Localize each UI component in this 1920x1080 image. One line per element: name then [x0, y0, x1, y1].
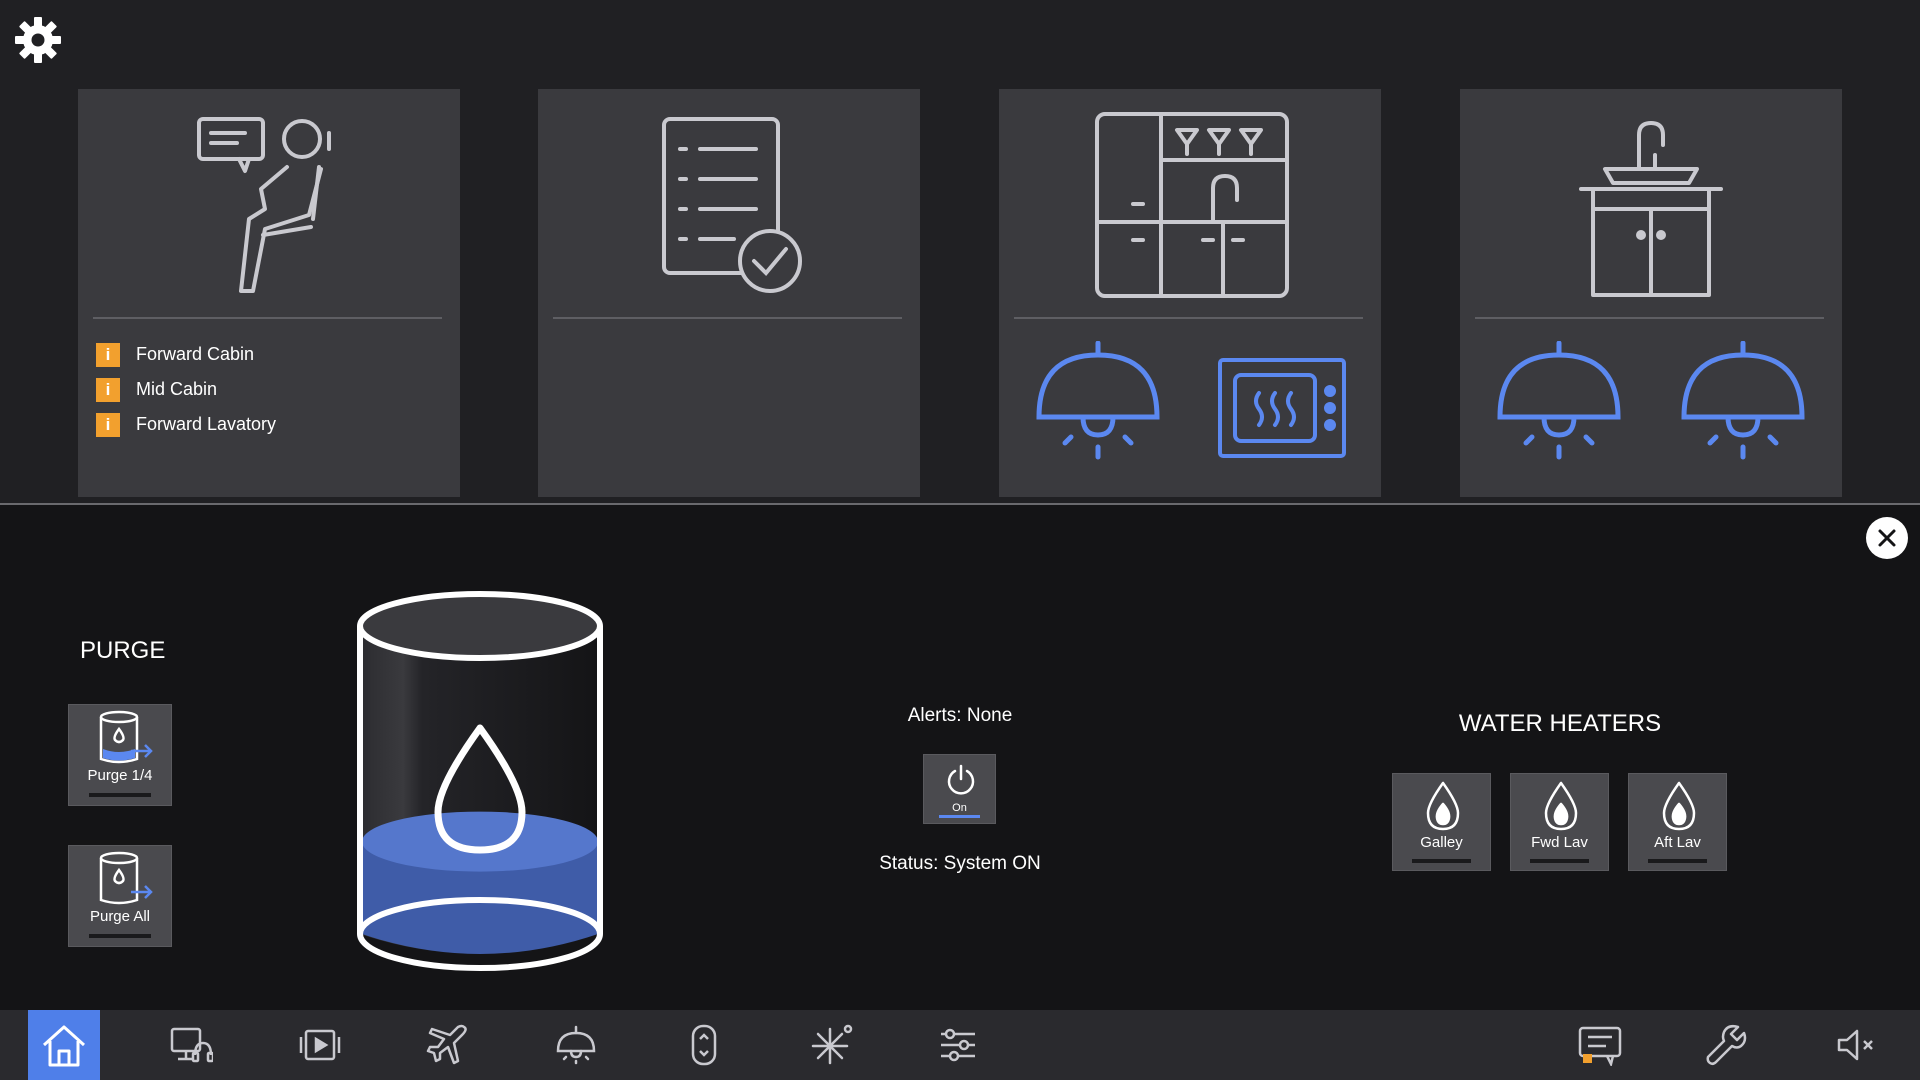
info-icon: i: [96, 377, 120, 402]
card-divider: [1014, 317, 1363, 319]
card-divider: [93, 317, 442, 319]
purge-title: PURGE: [80, 637, 166, 664]
flame-drop-icon: [1426, 781, 1460, 831]
purge-quarter-button[interactable]: Purge 1/4: [68, 704, 172, 806]
nav-maintenance[interactable]: [1690, 1010, 1762, 1080]
hero-area: [1460, 99, 1842, 309]
info-icon: i: [96, 342, 120, 367]
pendant-light-icon[interactable]: [1496, 341, 1622, 461]
oven-icon[interactable]: [1217, 357, 1347, 459]
tank-purge-icon: [99, 851, 153, 905]
water-system-panel: PURGE Purge 1/4 Purge All Alerts: None O…: [0, 505, 1920, 1010]
app-root: i Forward Cabin i Mid Cabin i Forward La…: [0, 0, 1920, 1080]
heater-label: Fwd Lav: [1531, 834, 1588, 851]
checklist-icon: [662, 117, 802, 293]
alert-label: Forward Cabin: [136, 344, 255, 364]
alert-item[interactable]: i Mid Cabin: [96, 372, 276, 407]
passenger-seat-chat-icon: [197, 117, 331, 293]
home-icon: [42, 1025, 86, 1067]
tank-purge-icon: [99, 710, 153, 764]
airplane-icon: [426, 1024, 467, 1065]
button-indicator: [1412, 859, 1471, 863]
lavatory-card[interactable]: [1460, 89, 1842, 497]
info-icon: i: [96, 412, 120, 437]
power-indicator: [939, 815, 980, 818]
alerts-status: Alerts: None: [907, 705, 1013, 726]
alert-label: Forward Lavatory: [136, 414, 277, 434]
card-divider: [1475, 317, 1824, 319]
power-toggle-button[interactable]: On: [923, 754, 996, 824]
cabin-card[interactable]: i Forward Cabin i Mid Cabin i Forward La…: [78, 89, 460, 497]
top-dashboard: i Forward Cabin i Mid Cabin i Forward La…: [0, 0, 1920, 503]
heater-aft-lav-button[interactable]: Aft Lav: [1628, 773, 1727, 871]
nav-flight[interactable]: [412, 1010, 484, 1080]
nav-climate[interactable]: [796, 1010, 868, 1080]
alert-label: Mid Cabin: [136, 379, 218, 399]
alerts-list: i Forward Cabin i Mid Cabin i Forward La…: [96, 337, 276, 442]
power-icon: [947, 764, 975, 795]
heater-fwd-lav-button[interactable]: Fwd Lav: [1510, 773, 1609, 871]
hero-area: [538, 99, 920, 309]
sliders-icon: [941, 1028, 975, 1062]
button-indicator: [1530, 859, 1589, 863]
gear-icon[interactable]: [12, 14, 64, 66]
nav-media[interactable]: [284, 1010, 356, 1080]
hero-area: [999, 99, 1381, 309]
alert-item[interactable]: i Forward Cabin: [96, 337, 276, 372]
purge-all-button[interactable]: Purge All: [68, 845, 172, 947]
heater-galley-button[interactable]: Galley: [1392, 773, 1491, 871]
media-player-icon: [299, 1029, 341, 1061]
heater-label: Galley: [1420, 834, 1463, 851]
window-shade-icon: [691, 1024, 717, 1066]
button-indicator: [89, 793, 151, 797]
flame-drop-icon: [1662, 781, 1696, 831]
card-divider: [553, 317, 902, 319]
close-icon: [1878, 529, 1896, 547]
alert-item[interactable]: i Forward Lavatory: [96, 407, 276, 442]
nav-settings[interactable]: [922, 1010, 994, 1080]
power-label: On: [952, 802, 967, 814]
flame-drop-icon: [1544, 781, 1578, 831]
button-indicator: [89, 934, 151, 938]
purge-label: Purge All: [89, 908, 151, 925]
mute-icon: [1837, 1029, 1873, 1061]
pendant-light-icon[interactable]: [1035, 341, 1161, 461]
wrench-icon: [1706, 1024, 1747, 1066]
checklist-card[interactable]: [538, 89, 920, 497]
nav-monitor[interactable]: [155, 1010, 227, 1080]
close-button[interactable]: [1866, 517, 1908, 559]
nav-messages[interactable]: [1564, 1010, 1636, 1080]
nav-volume[interactable]: [1820, 1010, 1892, 1080]
pendant-light-icon[interactable]: [1680, 341, 1806, 461]
monitor-headphones-icon: [170, 1027, 213, 1063]
heater-label: Aft Lav: [1654, 834, 1701, 851]
galley-card[interactable]: [999, 89, 1381, 497]
button-indicator: [1648, 859, 1707, 863]
water-heaters-title: WATER HEATERS: [1458, 710, 1662, 737]
nav-home[interactable]: [28, 1010, 100, 1080]
lavatory-sink-icon: [1579, 121, 1723, 297]
climate-icon: [811, 1024, 853, 1065]
hero-area: [78, 99, 460, 309]
purge-label: Purge 1/4: [87, 767, 153, 784]
messages-icon: [1578, 1026, 1622, 1066]
system-status: Status: System ON: [879, 853, 1041, 874]
bottom-nav: [0, 1010, 1920, 1080]
nav-lighting[interactable]: [540, 1010, 612, 1080]
galley-icon: [1095, 112, 1289, 298]
nav-shades[interactable]: [668, 1010, 740, 1080]
cabin-light-icon: [556, 1025, 596, 1065]
water-tank-icon: [357, 591, 603, 971]
